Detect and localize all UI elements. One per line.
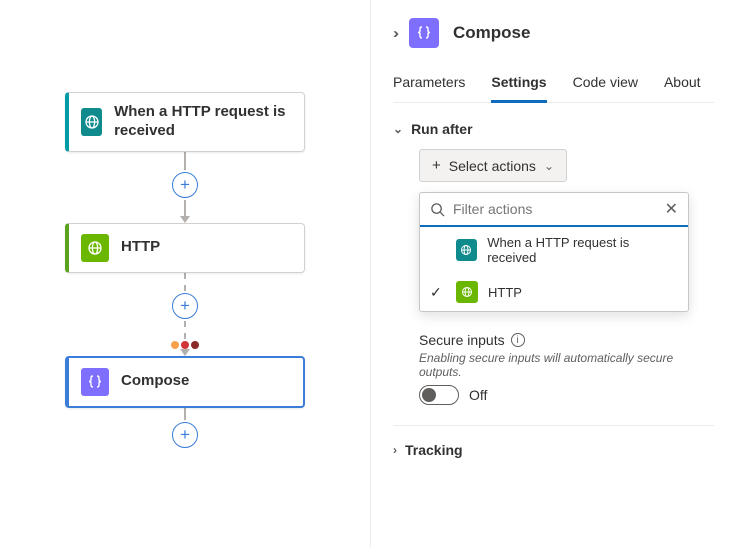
action-option[interactable]: ✓ HTTP <box>420 273 688 311</box>
secure-inputs-label: Secure inputs <box>419 332 505 348</box>
node-trigger[interactable]: When a HTTP request is received <box>65 92 305 152</box>
section-header-tracking[interactable]: › Tracking <box>393 442 714 458</box>
tab-about[interactable]: About <box>664 74 701 102</box>
globe-icon <box>456 281 478 303</box>
section-divider <box>393 425 714 426</box>
panel-title: Compose <box>453 23 530 43</box>
panel-header: ›› Compose <box>393 18 714 48</box>
node-title: Compose <box>121 372 189 391</box>
plus-icon: + <box>432 157 441 174</box>
panel-tabs: Parameters Settings Code view About <box>393 74 714 103</box>
tab-settings[interactable]: Settings <box>491 74 546 103</box>
chevron-down-icon: ⌄ <box>393 122 403 136</box>
connector: + <box>65 408 305 450</box>
info-icon[interactable]: i <box>511 333 525 347</box>
action-option[interactable]: When a HTTP request is received <box>420 227 688 273</box>
globe-icon <box>81 108 102 136</box>
globe-icon <box>456 239 478 261</box>
section-title: Tracking <box>405 442 463 458</box>
secure-inputs-toggle[interactable] <box>419 385 459 405</box>
select-actions-label: Select actions <box>449 158 536 174</box>
secure-inputs-state: Off <box>469 387 487 403</box>
select-actions-button[interactable]: + Select actions ⌄ <box>419 149 567 182</box>
braces-icon <box>409 18 439 48</box>
action-option-label: HTTP <box>488 285 522 300</box>
action-panel: ›› Compose Parameters Settings Code view… <box>370 0 736 547</box>
filter-actions-input[interactable] <box>453 201 657 217</box>
node-http[interactable]: HTTP <box>65 223 305 273</box>
chevron-down-icon: ⌄ <box>544 159 554 173</box>
collapse-panel-button[interactable]: ›› <box>393 25 395 42</box>
connector: + <box>65 152 305 223</box>
node-title: When a HTTP request is received <box>114 103 292 141</box>
filter-actions-row: ✕ <box>420 193 688 227</box>
tab-code-view[interactable]: Code view <box>573 74 638 102</box>
secure-inputs-setting: Secure inputs i Enabling secure inputs w… <box>419 332 714 405</box>
node-compose[interactable]: Compose <box>65 356 305 408</box>
chevron-right-icon: › <box>393 443 397 457</box>
run-after-status-dots <box>171 341 199 349</box>
add-action-button[interactable]: + <box>172 293 198 319</box>
connector: + <box>65 273 305 356</box>
search-icon <box>430 202 445 217</box>
add-action-button[interactable]: + <box>172 172 198 198</box>
actions-list[interactable]: When a HTTP request is received ✓ HTTP <box>420 227 688 311</box>
globe-icon <box>81 234 109 262</box>
workflow-canvas: When a HTTP request is received + HTTP + <box>0 0 370 547</box>
action-option-label: When a HTTP request is received <box>487 235 678 265</box>
secure-inputs-description: Enabling secure inputs will automaticall… <box>419 351 714 379</box>
section-header-run-after[interactable]: ⌄ Run after <box>393 121 714 137</box>
clear-filter-button[interactable]: ✕ <box>665 199 678 219</box>
tab-parameters[interactable]: Parameters <box>393 74 465 102</box>
check-icon: ✓ <box>430 284 446 301</box>
section-run-after: ⌄ Run after + Select actions ⌄ ✕ <box>393 121 714 405</box>
section-title: Run after <box>411 121 472 137</box>
braces-icon <box>81 368 109 396</box>
add-action-button[interactable]: + <box>172 422 198 448</box>
node-title: HTTP <box>121 238 160 257</box>
actions-dropdown: ✕ When a HTTP request is received ✓ <box>419 192 689 312</box>
section-tracking: › Tracking <box>393 442 714 458</box>
